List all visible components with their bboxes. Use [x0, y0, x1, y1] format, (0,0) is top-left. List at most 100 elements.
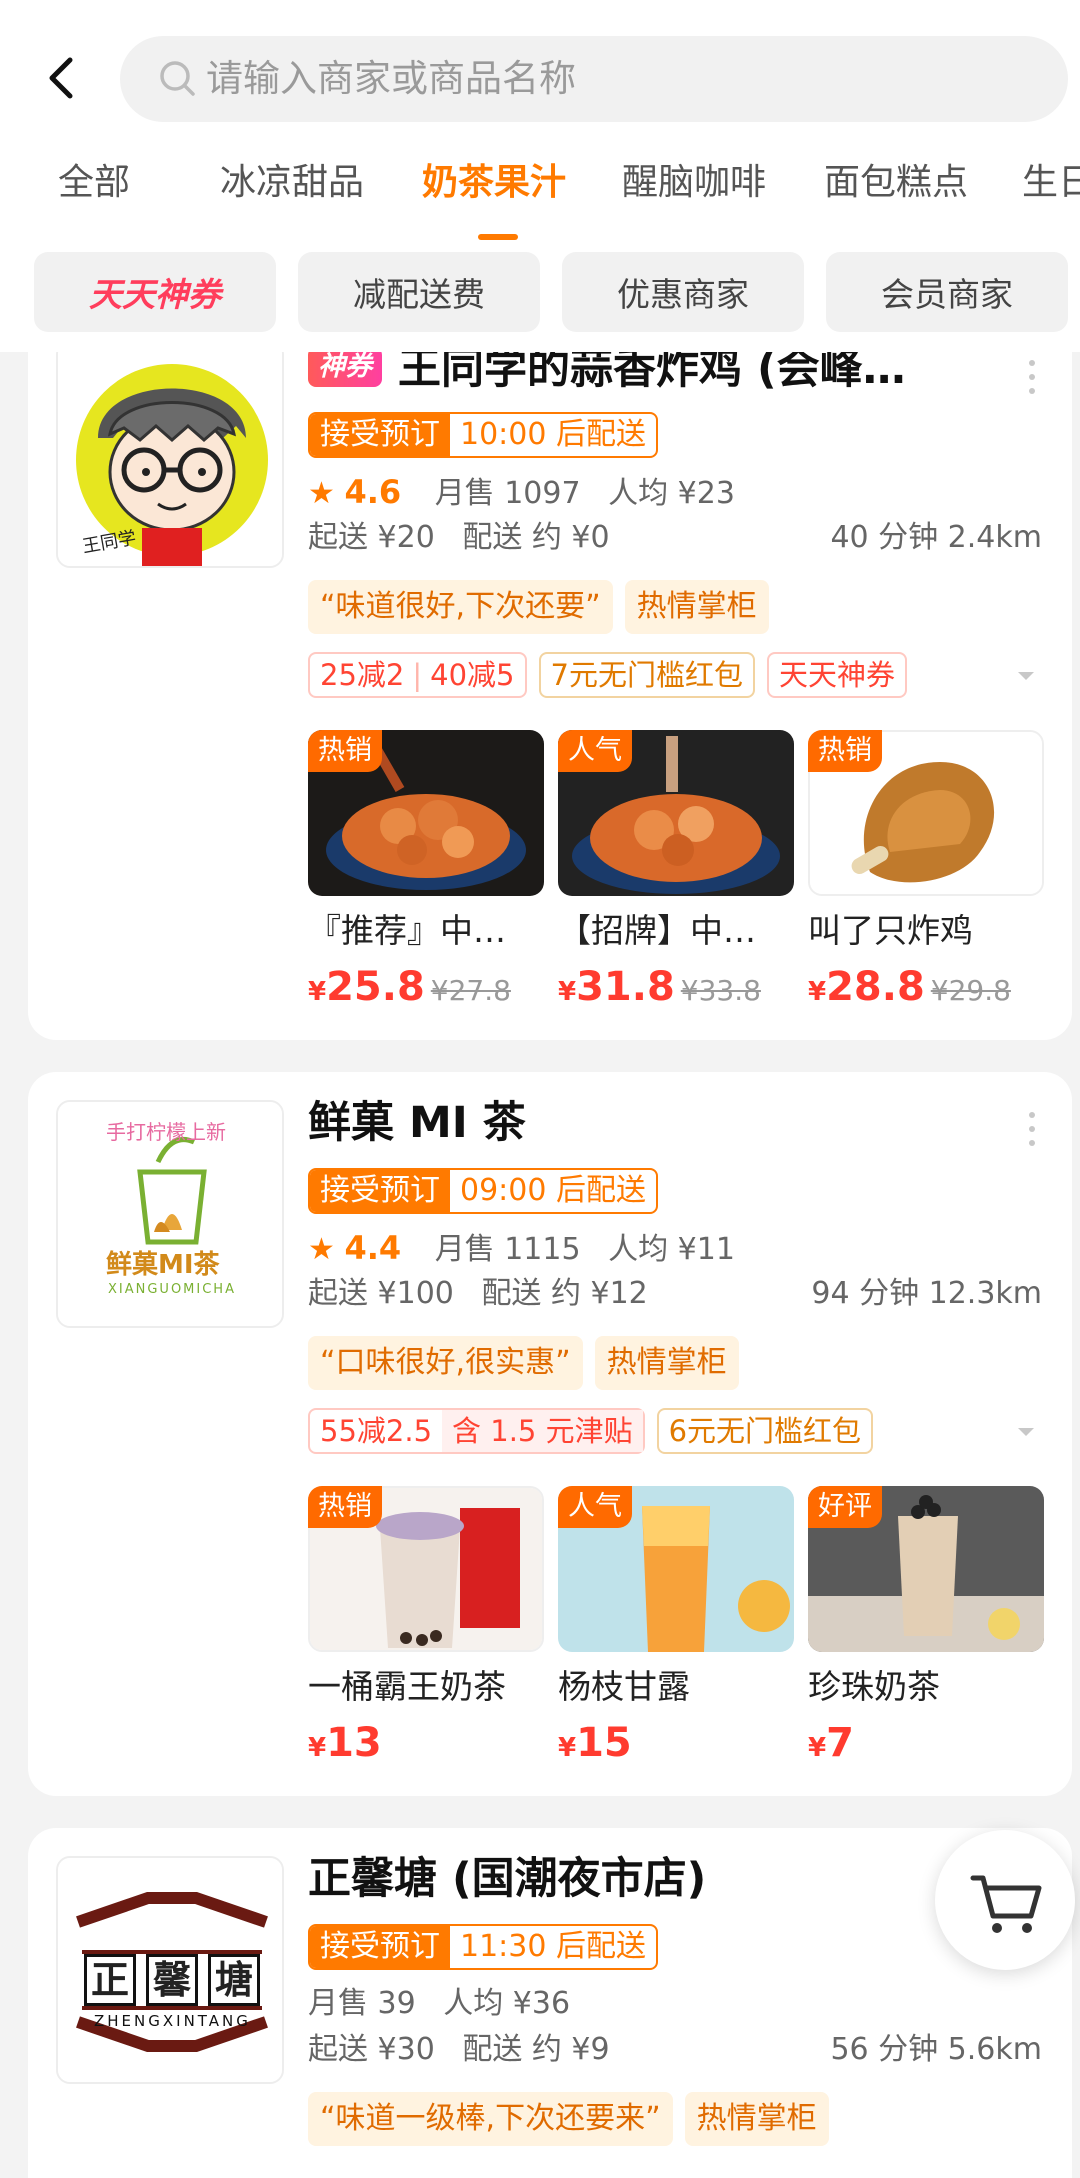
product-item[interactable]: 人气 杨枝甘露 ¥15	[558, 1486, 794, 1776]
review-tag: “味道很好,下次还要”	[308, 580, 613, 634]
search-icon	[160, 61, 195, 96]
product-item[interactable]: 热销 『推荐』中… ¥25.8 ¥27.8	[308, 730, 544, 1020]
store-name: 正馨塘 (国潮夜市店)	[308, 1854, 707, 1904]
min-order: 起送 ¥20	[308, 520, 435, 555]
store-logo: 正 馨 塘 ZHENGXINTANG	[56, 1856, 284, 2084]
product-badge: 好评	[808, 1486, 882, 1528]
star-icon: ★	[308, 476, 335, 511]
product-badge: 人气	[558, 730, 632, 772]
store-card[interactable]: 正 馨 塘 ZHENGXINTANG 正馨塘 (国潮夜市店) 接受预订 11:3…	[28, 1828, 1072, 2178]
preorder-label: 接受预订	[310, 414, 450, 456]
store-stats: ★ 4.4 月售 1115 人均 ¥11	[308, 1228, 735, 1270]
avg-price: 人均 ¥36	[443, 1986, 571, 2021]
product-badge: 热销	[308, 730, 382, 772]
product-name: 『推荐』中…	[308, 911, 506, 950]
filter-deals[interactable]: 优惠商家	[562, 252, 804, 332]
product-price: ¥15	[558, 1720, 632, 1766]
more-menu-icon[interactable]	[1028, 1112, 1036, 1146]
product-item[interactable]: 人气 【招牌】中… ¥31.8 ¥33.8	[558, 730, 794, 1020]
review-tags: “味道一级棒,下次还要来” 热情掌柜	[308, 2092, 829, 2146]
tab-all[interactable]: 全部	[58, 160, 130, 206]
cart-icon	[970, 1875, 1042, 1933]
active-tab-indicator	[478, 234, 518, 240]
preorder-tag: 接受预订 09:00 后配送	[308, 1168, 658, 1214]
product-badge: 热销	[808, 730, 882, 772]
logo-char: 正	[84, 1954, 136, 2006]
distance: 56 分钟 5.6km	[830, 2032, 1042, 2067]
avg-price: 人均 ¥23	[608, 476, 735, 511]
logo-slogan: 手打柠檬上新	[106, 1120, 226, 1144]
preorder-label: 接受预订	[310, 1926, 450, 1968]
preorder-label: 接受预订	[310, 1170, 450, 1212]
category-tabs: 全部 冰凉甜品 奶茶果汁 醒脑咖啡 面包糕点 生日	[0, 148, 1080, 240]
product-name: 一桶霸王奶茶	[308, 1667, 506, 1706]
product-item[interactable]: 热销 一桶霸王奶茶 ¥13	[308, 1486, 544, 1776]
store-logo: 王同学	[56, 340, 284, 568]
product-price: ¥25.8 ¥27.8	[308, 964, 511, 1010]
logo-char: 塘	[208, 1954, 260, 2006]
search-input[interactable]: 请输入商家或商品名称	[120, 36, 1068, 122]
rating: 4.4	[344, 1229, 402, 1267]
logo-pinyin: XIANGUOMICHA	[108, 1282, 236, 1297]
promo-discount: 25减2 | 40减5	[308, 652, 527, 698]
preorder-time: 10:00 后配送	[460, 417, 646, 452]
preorder-tag: 接受预订 11:30 后配送	[308, 1924, 658, 1970]
delivery-info: 起送 ¥30 配送 约 ¥9	[308, 2030, 610, 2070]
review-tag: “味道一级棒,下次还要来”	[308, 2092, 673, 2146]
delivery-fee: 配送 约 ¥0	[462, 520, 610, 555]
more-menu-icon[interactable]	[1028, 360, 1036, 394]
tab-bakery[interactable]: 面包糕点	[824, 160, 968, 206]
promo-redpacket: 7元无门槛红包	[538, 652, 755, 698]
store-card[interactable]: 手打柠檬上新 鲜菓MI茶 XIANGUOMICHA 鲜菓 MI 茶 接受预订 0…	[28, 1072, 1072, 1796]
min-order: 起送 ¥30	[308, 2032, 435, 2067]
store-logo: 手打柠檬上新 鲜菓MI茶 XIANGUOMICHA	[56, 1100, 284, 1328]
monthly-sales: 月售 1115	[434, 1232, 581, 1267]
distance: 40 分钟 2.4km	[830, 520, 1042, 555]
product-price: ¥13	[308, 1720, 382, 1766]
review-tags: “口味很好,很实惠” 热情掌柜	[308, 1336, 739, 1390]
tab-coffee[interactable]: 醒脑咖啡	[622, 160, 766, 206]
rating: 4.6	[344, 473, 402, 511]
promo-discount: 55减2.5 含 1.5 元津贴	[308, 1408, 645, 1454]
top-header: 请输入商家或商品名称 全部 冰凉甜品 奶茶果汁 醒脑咖啡 面包糕点 生日 天天神…	[0, 0, 1080, 352]
back-button[interactable]	[40, 50, 92, 106]
tab-milk-tea[interactable]: 奶茶果汁	[422, 160, 566, 206]
logo-pinyin: ZHENGXINTANG	[94, 2012, 251, 2030]
search-placeholder: 请输入商家或商品名称	[206, 57, 576, 100]
merchant-tag: 热情掌柜	[684, 2092, 829, 2146]
promo-redpacket: 6元无门槛红包	[656, 1408, 874, 1454]
product-name: 【招牌】中…	[558, 911, 756, 950]
monthly-sales: 月售 39	[308, 1986, 416, 2021]
chevron-down-icon[interactable]	[1018, 672, 1034, 680]
logo-name: 鲜菓MI茶	[106, 1250, 220, 1280]
product-name: 叫了只炸鸡	[808, 911, 973, 950]
coupon-badge: 神券	[308, 346, 382, 387]
store-card[interactable]: 王同学 神券 王同学的蒜香炸鸡 (会峰… 接受预订 10:00 后配送 ★ 4.6…	[28, 300, 1072, 1040]
store-stats: 月售 39 人均 ¥36	[308, 1984, 570, 2024]
monthly-sales: 月售 1097	[434, 476, 581, 511]
preorder-tag: 接受预订 10:00 后配送	[308, 412, 658, 458]
review-tags: “味道很好,下次还要” 热情掌柜	[308, 580, 769, 634]
filter-member[interactable]: 会员商家	[826, 252, 1068, 332]
preorder-time: 11:30 后配送	[460, 1929, 646, 1964]
chevron-down-icon[interactable]	[1018, 1428, 1034, 1436]
product-price: ¥31.8 ¥33.8	[558, 964, 761, 1010]
star-icon: ★	[308, 1232, 335, 1267]
delivery-fee: 配送 约 ¥12	[481, 1276, 648, 1311]
delivery-fee: 配送 约 ¥9	[462, 2032, 610, 2067]
tab-birthday[interactable]: 生日	[1022, 160, 1080, 206]
tab-desserts[interactable]: 冰凉甜品	[220, 160, 364, 206]
product-badge: 热销	[308, 1486, 382, 1528]
filter-coupon[interactable]: 天天神券	[34, 252, 276, 332]
min-order: 起送 ¥100	[308, 1276, 454, 1311]
product-item[interactable]: 热销 叫了只炸鸡 ¥28.8 ¥29.8	[808, 730, 1044, 1020]
delivery-info: 起送 ¥100 配送 约 ¥12	[308, 1274, 648, 1314]
cart-button[interactable]	[935, 1830, 1075, 1970]
review-tag: “口味很好,很实惠”	[308, 1336, 583, 1390]
filter-delivery-discount[interactable]: 减配送费	[298, 252, 540, 332]
chevron-left-icon	[49, 57, 73, 99]
preorder-time: 09:00 后配送	[460, 1173, 646, 1208]
product-name: 杨枝甘露	[558, 1667, 690, 1706]
product-item[interactable]: 好评 珍珠奶茶 ¥7	[808, 1486, 1044, 1776]
distance: 94 分钟 12.3km	[811, 1276, 1042, 1311]
